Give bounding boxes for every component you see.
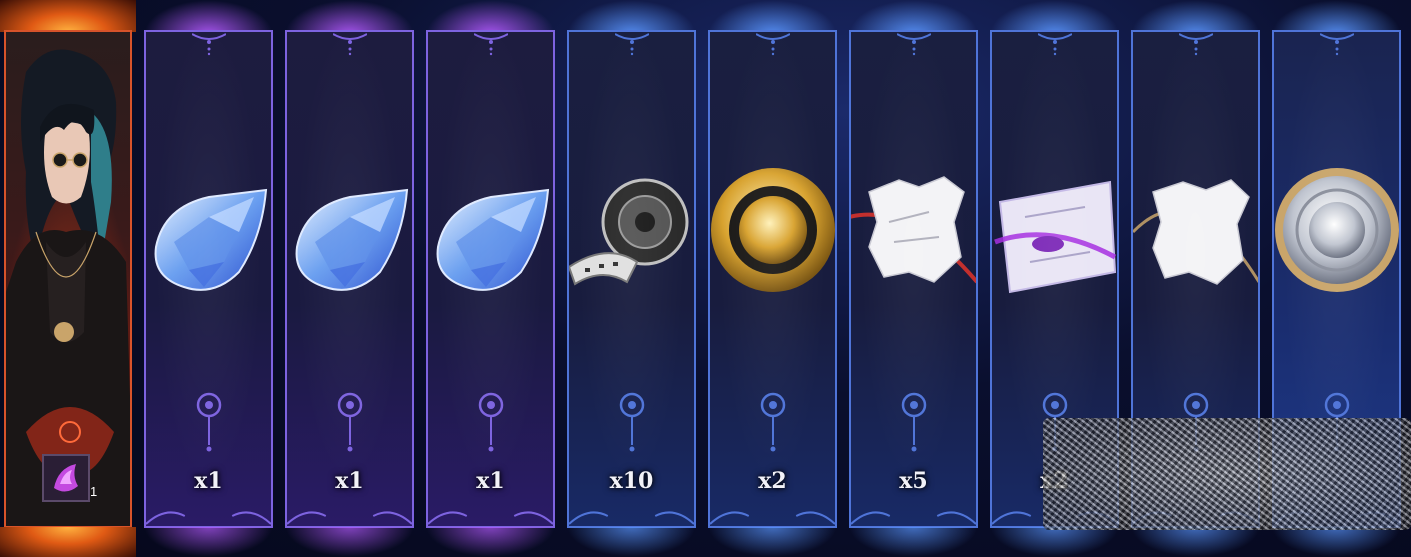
card-top-ornament xyxy=(191,33,226,56)
noise-overlay xyxy=(1043,418,1411,530)
quantity-label: x2 xyxy=(758,468,787,494)
card-top-ornament xyxy=(473,33,508,56)
card-top-glow xyxy=(990,0,1119,34)
scroll-purple-icon xyxy=(992,162,1117,302)
badge-count: 1 xyxy=(90,484,98,499)
card-top-ornament xyxy=(614,33,649,56)
reward-card[interactable]: x2 xyxy=(708,30,837,528)
card-top-glow xyxy=(285,0,414,34)
quantity-label: x10 xyxy=(609,468,654,494)
card-emblem-icon xyxy=(478,392,503,452)
card-emblem-icon xyxy=(901,392,926,452)
torn-paper-gold-icon xyxy=(1133,162,1258,302)
badge-frame xyxy=(42,454,90,502)
reward-card[interactable]: x1 xyxy=(285,30,414,528)
blue-gem-icon xyxy=(428,162,553,302)
reward-card[interactable]: x5 xyxy=(849,30,978,528)
card-top-ornament xyxy=(332,33,367,56)
card-top-ornament xyxy=(896,33,931,56)
card-bottom-glow xyxy=(567,527,696,557)
card-bottom-glow xyxy=(849,527,978,557)
card-top-ornament xyxy=(1319,33,1354,56)
film-reel-icon xyxy=(569,162,694,302)
reward-card[interactable]: x1 xyxy=(426,30,555,528)
silver-coin-icon xyxy=(1274,162,1399,302)
card-bottom-glow xyxy=(990,527,1119,557)
purple-crystal-shard-icon xyxy=(54,464,78,492)
torn-paper-red-icon xyxy=(851,162,976,302)
card-emblem-icon xyxy=(337,392,362,452)
card-bottom-glow xyxy=(144,527,273,557)
quantity-label: x5 xyxy=(899,468,928,494)
card-bottom-glow xyxy=(1272,527,1401,557)
card-top-glow xyxy=(144,0,273,34)
card-emblem-icon xyxy=(196,392,221,452)
character-card[interactable]: 1 xyxy=(4,30,132,528)
card-bottom-glow xyxy=(1131,527,1260,557)
card-bottom-glow xyxy=(426,527,555,557)
blue-gem-icon xyxy=(287,162,412,302)
card-top-glow xyxy=(708,0,837,34)
card-bottom-glow xyxy=(285,527,414,557)
quantity-label: x1 xyxy=(476,468,505,494)
fire-glow-top xyxy=(0,0,136,32)
card-top-ornament xyxy=(1178,33,1213,56)
card-top-ornament xyxy=(1037,33,1072,56)
card-top-glow xyxy=(849,0,978,34)
card-top-glow xyxy=(1131,0,1260,34)
card-emblem-icon xyxy=(760,392,785,452)
card-bottom-glow xyxy=(708,527,837,557)
blue-gem-icon xyxy=(146,162,271,302)
quantity-label: x1 xyxy=(335,468,364,494)
character-badge: 1 xyxy=(42,454,100,512)
card-emblem-icon xyxy=(619,392,644,452)
card-top-glow xyxy=(1272,0,1401,34)
reward-card[interactable]: x10 xyxy=(567,30,696,528)
quantity-label: x1 xyxy=(194,468,223,494)
card-top-glow xyxy=(426,0,555,34)
gold-coin-icon xyxy=(710,162,835,302)
card-top-ornament xyxy=(755,33,790,56)
reward-card[interactable]: x1 xyxy=(144,30,273,528)
fire-glow-bottom xyxy=(0,527,136,557)
card-top-glow xyxy=(567,0,696,34)
